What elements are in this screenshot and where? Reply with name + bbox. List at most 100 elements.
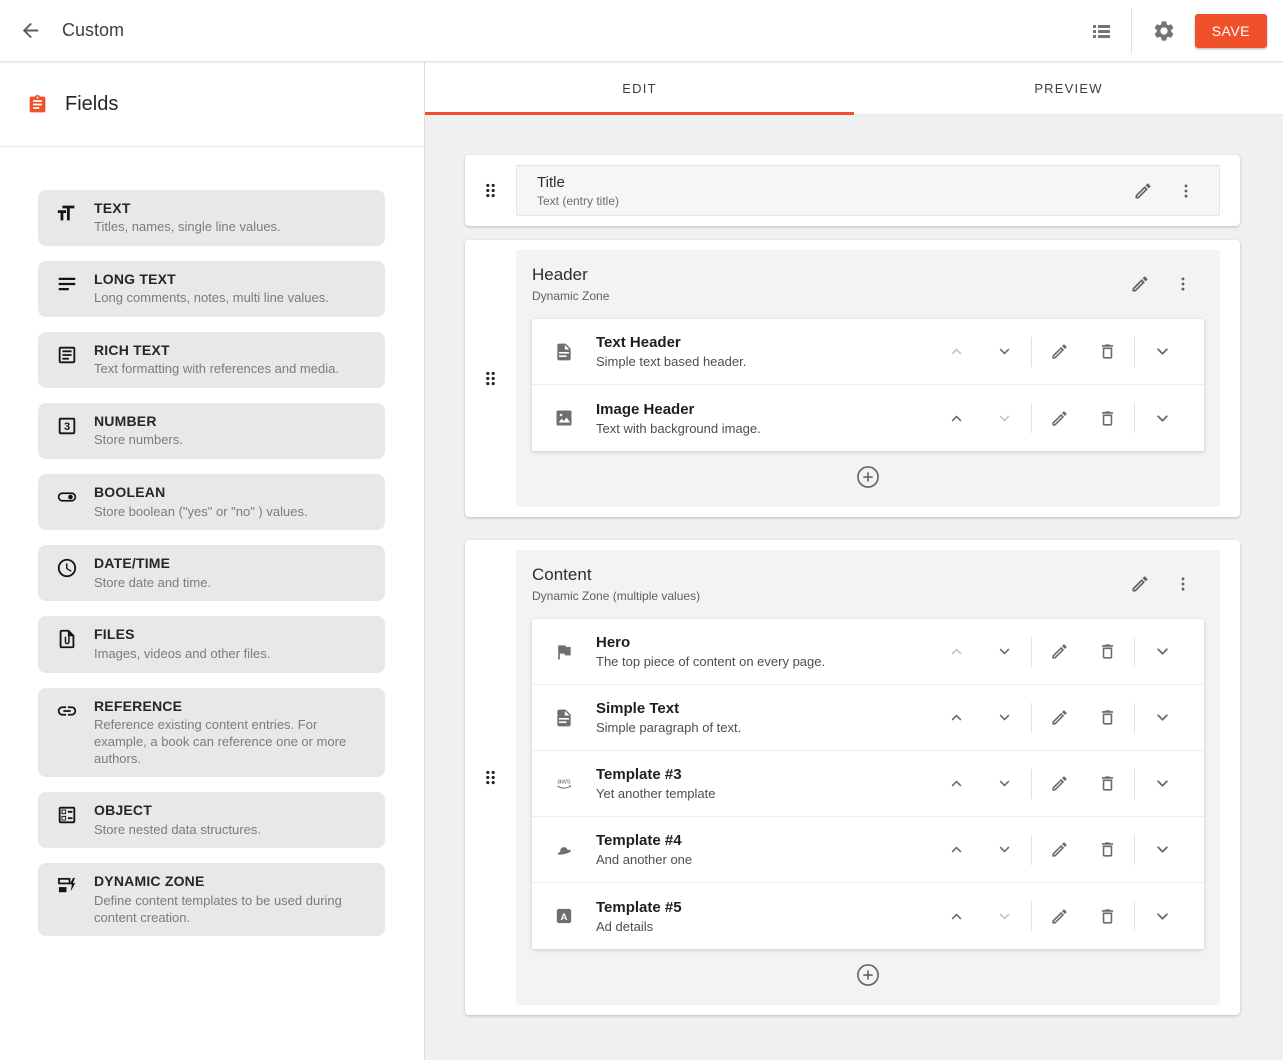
move-down-button[interactable] bbox=[980, 398, 1028, 438]
edit-template-button[interactable] bbox=[1035, 398, 1083, 438]
template-title: Hero bbox=[596, 634, 932, 651]
expand-template-button[interactable] bbox=[1138, 830, 1186, 870]
delete-template-button[interactable] bbox=[1083, 764, 1131, 804]
trash-icon bbox=[1098, 642, 1117, 661]
field-type-description: Reference existing content entries. For … bbox=[94, 717, 371, 768]
drag-handle[interactable] bbox=[465, 250, 516, 507]
zone-title: Content bbox=[532, 565, 700, 585]
sidebar-item-rich-text[interactable]: RICH TEXT Text formatting with reference… bbox=[38, 332, 385, 388]
move-up-button[interactable] bbox=[932, 398, 980, 438]
delete-template-button[interactable] bbox=[1083, 830, 1131, 870]
expand-template-button[interactable] bbox=[1138, 332, 1186, 372]
expand-template-button[interactable] bbox=[1138, 698, 1186, 738]
datetime-icon bbox=[56, 557, 78, 579]
pencil-icon bbox=[1050, 642, 1069, 661]
dynamic-zone-icon bbox=[56, 875, 78, 897]
move-up-button[interactable] bbox=[932, 764, 980, 804]
sidebar-item-long-text[interactable]: LONG TEXT Long comments, notes, multi li… bbox=[38, 261, 385, 317]
delete-template-button[interactable] bbox=[1083, 896, 1131, 936]
add-template-button[interactable] bbox=[855, 962, 881, 988]
move-up-button[interactable] bbox=[932, 698, 980, 738]
sidebar-item-reference[interactable]: REFERENCE Reference existing content ent… bbox=[38, 688, 385, 778]
move-down-button[interactable] bbox=[980, 632, 1028, 672]
title-field-card: Title Text (entry title) bbox=[465, 155, 1240, 226]
move-up-button[interactable] bbox=[932, 332, 980, 372]
field-type-label: NUMBER bbox=[94, 412, 183, 430]
divider bbox=[1031, 703, 1032, 733]
pencil-icon bbox=[1050, 907, 1069, 926]
move-up-button[interactable] bbox=[932, 830, 980, 870]
drag-handle[interactable] bbox=[465, 550, 516, 1005]
edit-field-button[interactable] bbox=[1133, 181, 1153, 201]
divider bbox=[1134, 337, 1135, 367]
move-down-button[interactable] bbox=[980, 764, 1028, 804]
field-menu-button[interactable] bbox=[1174, 575, 1192, 593]
template-row: Hero The top piece of content on every p… bbox=[532, 619, 1204, 685]
chevron-down-icon bbox=[1153, 409, 1172, 428]
field-type-description: Store date and time. bbox=[94, 575, 211, 592]
plus-circle-icon bbox=[855, 464, 881, 490]
edit-template-button[interactable] bbox=[1035, 698, 1083, 738]
expand-template-button[interactable] bbox=[1138, 764, 1186, 804]
delete-template-button[interactable] bbox=[1083, 632, 1131, 672]
delete-template-button[interactable] bbox=[1083, 332, 1131, 372]
trash-icon bbox=[1098, 409, 1117, 428]
delete-template-button[interactable] bbox=[1083, 398, 1131, 438]
object-icon bbox=[56, 804, 78, 826]
back-button[interactable] bbox=[12, 13, 48, 49]
image-icon bbox=[554, 408, 574, 428]
expand-template-button[interactable] bbox=[1138, 896, 1186, 936]
save-button[interactable]: SAVE bbox=[1195, 14, 1267, 48]
field-subtitle: Text (entry title) bbox=[537, 194, 1133, 208]
add-template-button[interactable] bbox=[855, 464, 881, 490]
expand-template-button[interactable] bbox=[1138, 632, 1186, 672]
divider bbox=[1031, 835, 1032, 865]
field-type-list: TEXT Titles, names, single line values. … bbox=[0, 147, 424, 971]
tab-edit[interactable]: EDIT bbox=[425, 62, 854, 114]
zone-subtitle: Dynamic Zone (multiple values) bbox=[532, 589, 700, 603]
sidebar-item-files[interactable]: FILES Images, videos and other files. bbox=[38, 616, 385, 672]
sidebar-item-object[interactable]: OBJECT Store nested data structures. bbox=[38, 792, 385, 848]
field-type-label: DYNAMIC ZONE bbox=[94, 872, 371, 890]
sidebar-item-date-time[interactable]: DATE/TIME Store date and time. bbox=[38, 545, 385, 601]
field-menu-button[interactable] bbox=[1177, 182, 1195, 200]
template-title: Image Header bbox=[596, 401, 932, 418]
move-down-button[interactable] bbox=[980, 698, 1028, 738]
delete-template-button[interactable] bbox=[1083, 698, 1131, 738]
divider bbox=[1134, 403, 1135, 433]
template-description: The top piece of content on every page. bbox=[596, 654, 932, 669]
drag-handle[interactable] bbox=[465, 165, 516, 216]
field-title: Title bbox=[537, 174, 1133, 191]
trash-icon bbox=[1098, 840, 1117, 859]
template-description: Simple paragraph of text. bbox=[596, 720, 932, 735]
edit-field-button[interactable] bbox=[1130, 574, 1150, 594]
tab-preview[interactable]: PREVIEW bbox=[854, 62, 1283, 114]
drag-indicator-icon bbox=[481, 366, 500, 391]
edit-template-button[interactable] bbox=[1035, 896, 1083, 936]
expand-template-button[interactable] bbox=[1138, 398, 1186, 438]
edit-field-button[interactable] bbox=[1130, 274, 1150, 294]
template-actions bbox=[932, 830, 1186, 870]
edit-template-button[interactable] bbox=[1035, 830, 1083, 870]
edit-template-button[interactable] bbox=[1035, 632, 1083, 672]
move-up-button[interactable] bbox=[932, 632, 980, 672]
chevron-up-icon bbox=[948, 775, 965, 792]
move-down-button[interactable] bbox=[980, 896, 1028, 936]
move-down-button[interactable] bbox=[980, 830, 1028, 870]
field-list-view-button[interactable] bbox=[1086, 16, 1116, 46]
sidebar-item-text[interactable]: TEXT Titles, names, single line values. bbox=[38, 190, 385, 246]
editor-content: Title Text (entry title) bbox=[425, 115, 1283, 1060]
move-down-button[interactable] bbox=[980, 332, 1028, 372]
edit-template-button[interactable] bbox=[1035, 764, 1083, 804]
template-row: Template #4 And another one bbox=[532, 817, 1204, 883]
move-up-button[interactable] bbox=[932, 896, 980, 936]
kebab-menu-icon bbox=[1174, 275, 1192, 293]
zone-title: Header bbox=[532, 265, 609, 285]
sidebar-item-dynamic-zone[interactable]: DYNAMIC ZONE Define content templates to… bbox=[38, 863, 385, 936]
settings-button[interactable] bbox=[1149, 16, 1179, 46]
sidebar-item-boolean[interactable]: BOOLEAN Store boolean ("yes" or "no" ) v… bbox=[38, 474, 385, 530]
file-document-icon bbox=[554, 342, 574, 362]
sidebar-item-number[interactable]: 3 NUMBER Store numbers. bbox=[38, 403, 385, 459]
edit-template-button[interactable] bbox=[1035, 332, 1083, 372]
field-menu-button[interactable] bbox=[1174, 275, 1192, 293]
